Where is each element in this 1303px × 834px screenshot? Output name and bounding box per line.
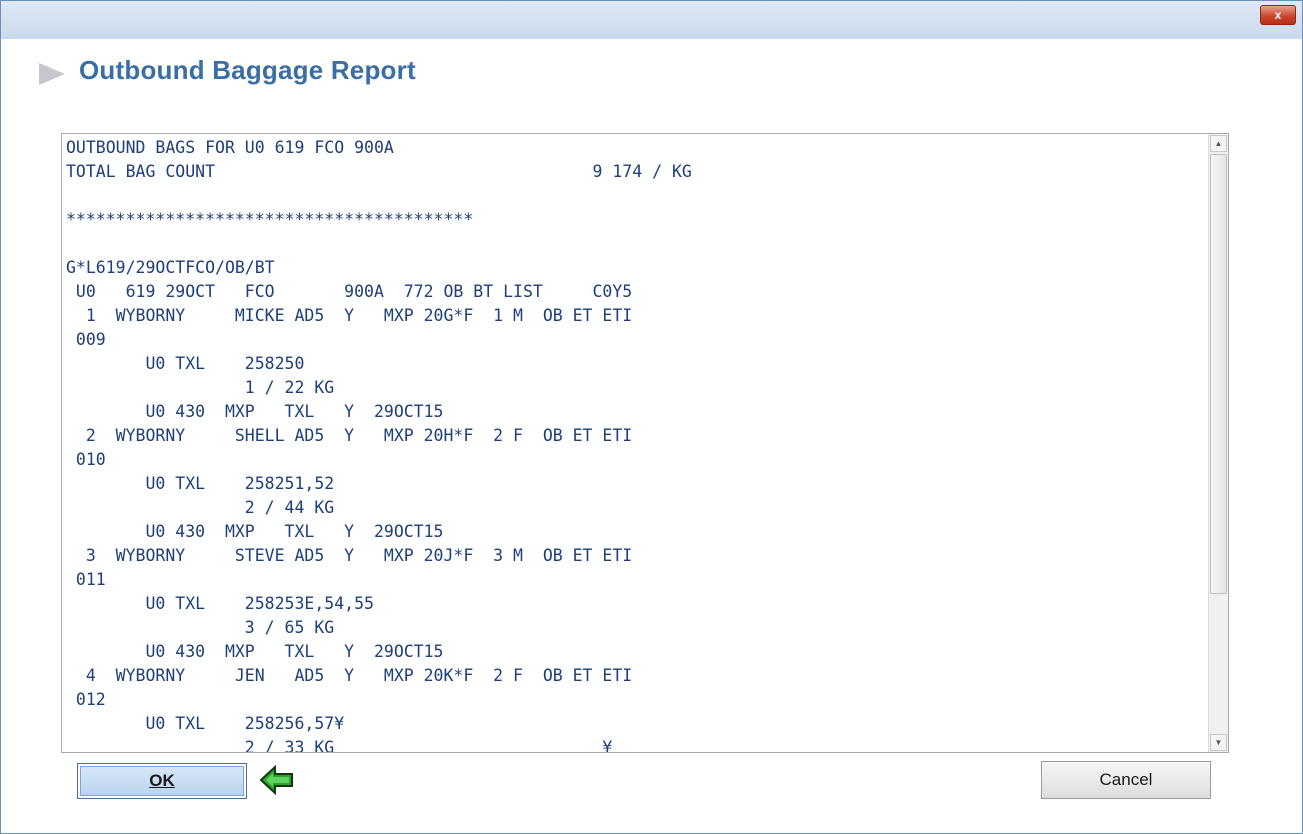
report-line: TOTAL BAG COUNT 9 174 / KG [66,162,692,181]
report-line: U0 TXL 258250 [66,354,305,373]
report-line: 011 [66,570,106,589]
report-line: 1 / 22 KG [66,378,335,397]
report-line: 4 WYBORNY JEN AD5 Y MXP 20K*F 2 F OB ET … [66,666,633,685]
report-line: U0 TXL 258256,57¥ [66,714,345,733]
cancel-button-label: Cancel [1099,770,1153,789]
report-line: G*L619/29OCTFCO/OB/BT [66,258,275,277]
left-arrow-icon [259,765,293,795]
report-line: 2 WYBORNY SHELL AD5 Y MXP 20H*F 2 F OB E… [66,426,633,445]
close-button[interactable]: x [1260,5,1296,25]
report-text-area[interactable]: OUTBOUND BAGS FOR U0 619 FCO 900A TOTAL … [61,133,1229,753]
report-line: U0 430 MXP TXL Y 29OCT15 [66,402,444,421]
scroll-up-arrow-icon[interactable]: ▲ [1210,135,1227,152]
report-line: 3 / 65 KG [66,618,335,637]
report-line: ****************************************… [66,210,474,229]
ok-button-label: OK [80,766,244,796]
ok-button[interactable]: OK [77,763,247,799]
scroll-thumb[interactable] [1210,154,1227,594]
report-line: 2 / 44 KG [66,498,335,517]
report-line: 012 [66,690,106,709]
title-bar: x [1,1,1302,39]
report-line: 010 [66,450,106,469]
report-line: U0 TXL 258253E,54,55 [66,594,374,613]
close-icon: x [1274,8,1282,22]
scroll-down-arrow-icon[interactable]: ▼ [1210,734,1227,751]
vertical-scrollbar[interactable]: ▲ ▼ [1208,134,1228,752]
report-window: x Outbound Baggage Report OUTBOUND BAGS … [0,0,1303,834]
report-line: 009 [66,330,106,349]
cancel-button[interactable]: Cancel [1041,761,1211,799]
report-line: 3 WYBORNY STEVE AD5 Y MXP 20J*F 3 M OB E… [66,546,633,565]
header-arrow-icon [39,63,65,85]
report-line: 2 / 33 KG ¥ [66,738,613,753]
report-line: U0 430 MXP TXL Y 29OCT15 [66,522,444,541]
report-line: OUTBOUND BAGS FOR U0 619 FCO 900A [66,138,394,157]
report-line: 1 WYBORNY MICKE AD5 Y MXP 20G*F 1 M OB E… [66,306,633,325]
report-line: U0 619 29OCT FCO 900A 772 OB BT LIST C0Y… [66,282,633,301]
report-text: OUTBOUND BAGS FOR U0 619 FCO 900A TOTAL … [66,136,1206,753]
page-title: Outbound Baggage Report [79,55,416,85]
report-line: U0 430 MXP TXL Y 29OCT15 [66,642,444,661]
report-line: U0 TXL 258251,52 [66,474,335,493]
